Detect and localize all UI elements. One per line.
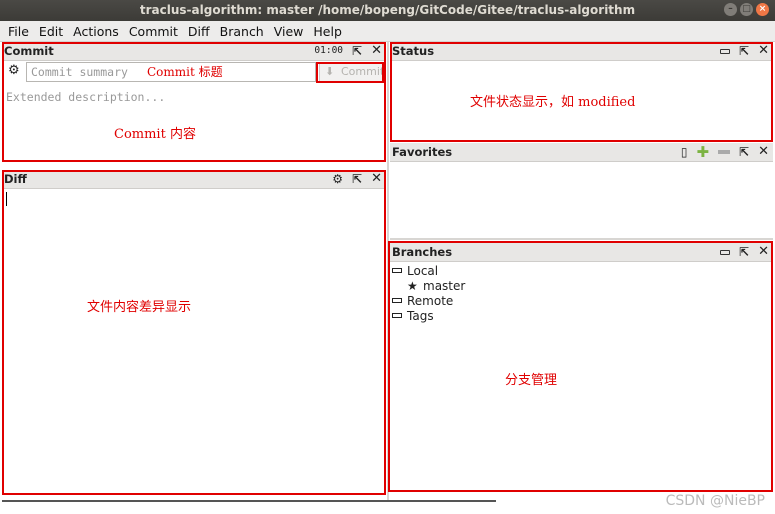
close-icon[interactable]: ✕	[758, 243, 769, 261]
menu-bar: File Edit Actions Commit Diff Branch Vie…	[0, 21, 775, 42]
gear-icon[interactable]: ⚙	[8, 63, 20, 78]
detach-icon[interactable]: ⇱	[352, 170, 362, 188]
detach-icon[interactable]: ⇱	[739, 42, 749, 60]
tree-label-tags: Tags	[407, 309, 434, 323]
minimize-icon[interactable]	[720, 249, 731, 255]
annotation-commit-content: Commit 内容	[114, 127, 196, 142]
plus-icon[interactable]: ✚	[696, 143, 709, 161]
menu-edit[interactable]: Edit	[34, 24, 68, 39]
detach-icon[interactable]: ⇱	[352, 42, 362, 60]
minimize-window-button[interactable]: –	[724, 3, 737, 16]
gear-icon[interactable]: ⚙	[332, 170, 343, 188]
close-icon[interactable]: ✕	[371, 42, 382, 60]
minimize-icon[interactable]	[720, 48, 731, 54]
close-icon[interactable]: ✕	[758, 143, 769, 161]
watermark: CSDN @NieBP	[665, 493, 765, 509]
window-title: traclus-algorithm: master /home/bopeng/G…	[139, 3, 636, 17]
detach-icon[interactable]: ⇱	[739, 143, 749, 161]
tree-item-local[interactable]: Local	[392, 264, 465, 279]
star-icon: ★	[407, 279, 418, 293]
folder-icon	[392, 268, 402, 273]
annotation-commit-title: Commit 标题	[147, 65, 223, 79]
window-controls: – □ ×	[724, 3, 769, 16]
tree-item-tags[interactable]: Tags	[392, 309, 465, 324]
favorites-panel-title: Favorites	[392, 145, 453, 159]
menu-view[interactable]: View	[269, 24, 309, 39]
detach-icon[interactable]: ⇱	[739, 243, 749, 261]
maximize-window-button[interactable]: □	[740, 3, 753, 16]
horizontal-splitter[interactable]	[390, 238, 773, 240]
tree-item-master[interactable]: ★ master	[392, 279, 465, 294]
clipboard-icon[interactable]: ▯	[681, 143, 688, 161]
branches-panel-header: Branches ⇱ ✕	[388, 243, 773, 262]
bottom-edge	[2, 500, 496, 502]
branches-panel-title: Branches	[392, 245, 453, 259]
annotation-diff: 文件内容差异显示	[87, 300, 192, 315]
commit-timer: 01:00	[314, 45, 344, 56]
tree-label-master: master	[423, 279, 466, 293]
close-window-button[interactable]: ×	[756, 3, 769, 16]
annotation-branches: 分支管理	[505, 373, 558, 388]
diff-panel-header: Diff ⚙ ⇱ ✕	[2, 170, 386, 189]
menu-file[interactable]: File	[0, 24, 34, 39]
folder-icon	[392, 298, 402, 303]
diff-panel-title: Diff	[4, 172, 27, 186]
download-icon: ⬇	[325, 65, 335, 78]
commit-button[interactable]: ⬇ Commit	[319, 62, 385, 82]
folder-icon	[392, 313, 402, 318]
close-icon[interactable]: ✕	[371, 170, 382, 188]
commit-panel-header: Commit 01:00 ⇱ ✕	[2, 42, 386, 61]
window-titlebar: traclus-algorithm: master /home/bopeng/G…	[0, 0, 775, 21]
menu-branch[interactable]: Branch	[215, 24, 269, 39]
close-icon[interactable]: ✕	[758, 42, 769, 60]
status-panel-title: Status	[392, 44, 435, 58]
text-cursor	[6, 192, 7, 206]
favorites-panel: Favorites ▯ ✚ ⇱ ✕	[390, 143, 773, 239]
status-panel-header: Status ⇱ ✕	[390, 42, 773, 61]
annotation-status: 文件状态显示，如 modified	[470, 95, 636, 110]
commit-panel-title: Commit	[4, 44, 54, 58]
menu-commit[interactable]: Commit	[124, 24, 183, 39]
branch-tree: Local ★ master Remote Tags	[392, 264, 465, 324]
tree-item-remote[interactable]: Remote	[392, 294, 465, 309]
commit-button-label: Commit	[341, 65, 385, 78]
menu-diff[interactable]: Diff	[183, 24, 215, 39]
menu-help[interactable]: Help	[308, 24, 347, 39]
commit-panel: Commit 01:00 ⇱ ✕ ⚙ Commit summary ⬇ Comm…	[2, 42, 386, 162]
minus-icon[interactable]	[718, 150, 731, 154]
menu-actions[interactable]: Actions	[68, 24, 124, 39]
branches-panel: Branches ⇱ ✕ Local ★ master Remote Tags	[388, 243, 773, 492]
favorites-panel-header: Favorites ▯ ✚ ⇱ ✕	[390, 143, 773, 162]
tree-label-remote: Remote	[407, 294, 454, 308]
tree-label-local: Local	[407, 264, 439, 278]
diff-panel: Diff ⚙ ⇱ ✕	[2, 170, 386, 495]
